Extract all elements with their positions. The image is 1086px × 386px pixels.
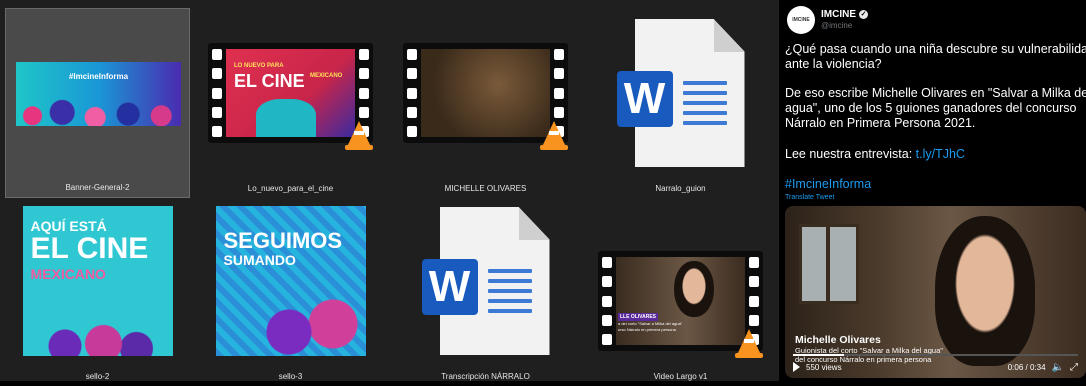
play-icon[interactable] xyxy=(793,362,800,372)
tweet-panel: IMCINE IMCINE ✓ @imcine ¿Qué pasa cuando… xyxy=(779,0,1086,381)
tweet-text-line: Nárralo en Primera Persona 2021. xyxy=(785,116,976,130)
file-sello-2[interactable]: AQUÍ ESTÁ EL CINE MEXICANO sello-2 xyxy=(5,196,190,386)
file-lo-nuevo-para-el-cine[interactable]: LO NUEVO PARA EL CINE MEXICANO Lo_nuevo_… xyxy=(198,8,383,198)
fullscreen-icon[interactable]: ⤢ xyxy=(1070,362,1078,373)
word-logo-icon: W xyxy=(421,259,478,315)
view-count: 550 views xyxy=(806,362,842,372)
file-sello-3[interactable]: SEGUIMOS SUMANDO sello-3 xyxy=(198,196,383,386)
tweet-text-line: agua", uno de los 5 guiones ganadores de… xyxy=(785,101,1077,115)
vlc-cone-icon xyxy=(735,329,763,358)
file-name: Narralo_guion xyxy=(655,184,706,193)
file-name: Lo_nuevo_para_el_cine xyxy=(247,184,334,193)
tweet-text-line: ¿Qué pasa cuando una niña descubre su vu… xyxy=(785,42,1086,56)
file-video-largo-v1[interactable]: LLE OLIVARES a del corto "Salvar a Milka… xyxy=(588,196,773,386)
file-banner-general-2[interactable]: #ImcineInforma Banner-General-2 xyxy=(5,8,190,198)
video-file-icon: LO NUEVO PARA EL CINE MEXICANO xyxy=(208,43,373,150)
banner-image: #ImcineInforma xyxy=(16,62,181,126)
file-name: MICHELLE OLIVARES xyxy=(444,184,527,193)
tweet-handle[interactable]: @imcine xyxy=(821,21,852,30)
hashtag-link[interactable]: #ImcineInforma xyxy=(785,177,1085,192)
vlc-cone-icon xyxy=(345,121,373,150)
tweet-text-line: ante la violencia? xyxy=(785,57,882,71)
word-logo-icon: W xyxy=(616,71,673,127)
file-explorer: #ImcineInforma Banner-General-2 LO NUEVO… xyxy=(0,0,779,381)
vlc-cone-icon xyxy=(540,121,568,150)
avatar[interactable]: IMCINE xyxy=(787,6,815,34)
sello-3-image: SEGUIMOS SUMANDO xyxy=(215,206,366,356)
video-controls: 550 views 0:06 / 0:34 🔈 ⤢ xyxy=(785,356,1086,378)
thumbnail: #ImcineInforma xyxy=(16,19,181,169)
interview-link[interactable]: t.ly/TJhC xyxy=(916,147,965,161)
tweet-read-line: Lee nuestra entrevista: t.ly/TJhC xyxy=(785,147,965,161)
verified-check-icon: ✓ xyxy=(859,10,868,19)
video-file-icon: LLE OLIVARES a del corto "Salvar a Milka… xyxy=(598,251,763,358)
video-time: 0:06 / 0:34 xyxy=(1007,362,1046,372)
translate-tweet-link[interactable]: Translate Tweet xyxy=(785,194,834,201)
banner-hashtag: #ImcineInforma xyxy=(68,72,129,81)
file-michelle-olivares[interactable]: MICHELLE OLIVARES xyxy=(393,8,578,198)
word-document-icon: W xyxy=(421,207,550,355)
file-narralo-guion[interactable]: W Narralo_guion xyxy=(588,8,773,198)
tweet-text-line: De eso escribe Michelle Olivares en "Sal… xyxy=(785,86,1086,100)
tweet-display-name[interactable]: IMCINE ✓ xyxy=(821,9,868,20)
volume-icon[interactable]: 🔈 xyxy=(1052,362,1064,373)
word-document-icon: W xyxy=(616,19,745,167)
file-transcripcion-narralo[interactable]: W Transcripción NÁRRALO xyxy=(393,196,578,386)
file-name: Banner-General-2 xyxy=(65,183,130,192)
video-file-icon xyxy=(403,43,568,150)
sello-2-image: AQUÍ ESTÁ EL CINE MEXICANO xyxy=(22,206,173,356)
tweet-video-player[interactable]: Michelle Olivares Guionista del corto "S… xyxy=(785,206,1086,378)
